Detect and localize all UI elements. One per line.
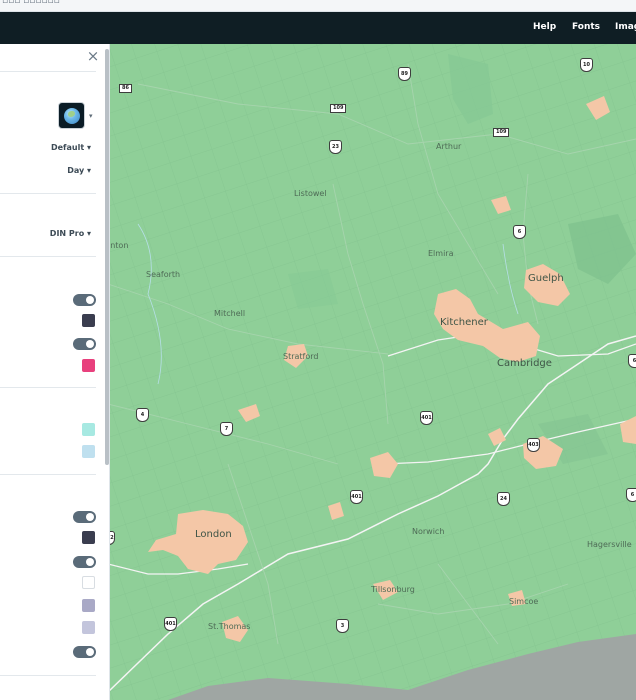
highway-marker-icon: 109 <box>330 104 347 113</box>
layer-toggle[interactable] <box>73 646 96 658</box>
panel-divider <box>0 675 96 676</box>
color-swatch[interactable] <box>82 314 95 327</box>
highway-shield-icon: 6 <box>628 354 636 368</box>
light-mode-select[interactable]: Day ▾ <box>67 166 91 175</box>
highway-shield-icon: 401 <box>420 411 433 425</box>
layer-toggle[interactable] <box>73 338 96 350</box>
map-place-label: St.Thomas <box>208 622 251 631</box>
highway-shield-icon: 10 <box>580 58 593 72</box>
highway-shield-icon: 401 <box>350 490 363 504</box>
map-place-label: Norwich <box>412 527 445 536</box>
map-place-label: Guelph <box>528 273 564 284</box>
map-place-label: Kitchener <box>440 317 488 328</box>
highway-shield-icon: 23 <box>329 140 342 154</box>
highway-shield-icon: 401 <box>164 617 177 631</box>
style-select[interactable]: Default ▾ <box>51 143 91 152</box>
panel-divider <box>0 256 96 257</box>
panel-divider <box>0 71 96 72</box>
nav-link-fonts[interactable]: Fonts <box>572 22 600 32</box>
map-place-label: Cambridge <box>497 358 552 369</box>
highway-shield-icon: 24 <box>497 492 510 506</box>
highway-shield-icon: 6 <box>513 225 526 239</box>
panel-divider <box>0 387 96 388</box>
map-place-label: Seaforth <box>146 270 181 279</box>
layer-toggle[interactable] <box>73 511 96 523</box>
highway-shield-icon: 6 <box>626 488 636 502</box>
color-swatch[interactable] <box>82 576 95 589</box>
browser-top-strip: ▫▫▫ ▫▫▫▫▫▫ <box>0 0 636 12</box>
highway-shield-icon: 89 <box>398 67 411 81</box>
highway-shield-icon: 3 <box>336 619 349 633</box>
nav-link-help[interactable]: Help <box>533 22 556 32</box>
color-swatch[interactable] <box>82 621 95 634</box>
style-editor-panel: × ▾ Default ▾ Day ▾ DIN Pro ▾ <box>0 44 110 700</box>
map-place-label: Stratford <box>283 352 319 361</box>
map-place-label: Mitchell <box>214 309 246 318</box>
panel-scrollbar[interactable] <box>105 49 109 465</box>
top-navbar: Help Fonts Imag <box>0 12 636 44</box>
layer-toggle[interactable] <box>73 556 96 568</box>
color-swatch[interactable] <box>82 599 95 612</box>
map-graphics <box>108 44 636 700</box>
highway-marker-icon: 109 <box>493 128 510 137</box>
close-icon[interactable]: × <box>86 48 100 64</box>
highway-marker-icon: 86 <box>119 84 132 93</box>
nav-link-images[interactable]: Imag <box>615 22 636 32</box>
map-place-label: London <box>195 529 232 540</box>
highway-shield-icon: 403 <box>527 438 540 452</box>
color-swatch[interactable] <box>82 359 95 372</box>
chevron-down-icon[interactable]: ▾ <box>89 112 93 120</box>
map-place-label: Simcoe <box>509 597 539 606</box>
map-place-label: inton <box>108 241 129 250</box>
map-place-label: Tillsonburg <box>371 585 415 594</box>
map-place-label: Hagersville <box>587 540 632 549</box>
map-place-label: Elmira <box>428 249 454 258</box>
panel-divider <box>0 193 96 194</box>
layer-toggle[interactable] <box>73 294 96 306</box>
highway-shield-icon: 7 <box>220 422 233 436</box>
map-place-label: Listowel <box>294 189 327 198</box>
theme-thumbnail[interactable] <box>58 102 85 129</box>
color-swatch[interactable] <box>82 531 95 544</box>
map-place-label: Arthur <box>436 142 462 151</box>
panel-divider <box>0 474 96 475</box>
font-select[interactable]: DIN Pro ▾ <box>50 229 91 238</box>
map-canvas[interactable]: Arthur Listowel Elmira Guelph Seaforth i… <box>108 44 636 700</box>
highway-shield-icon: 4 <box>136 408 149 422</box>
color-swatch[interactable] <box>82 445 95 458</box>
cut-off-text: ▫▫▫ ▫▫▫▫▫▫ <box>2 0 60 6</box>
color-swatch[interactable] <box>82 423 95 436</box>
